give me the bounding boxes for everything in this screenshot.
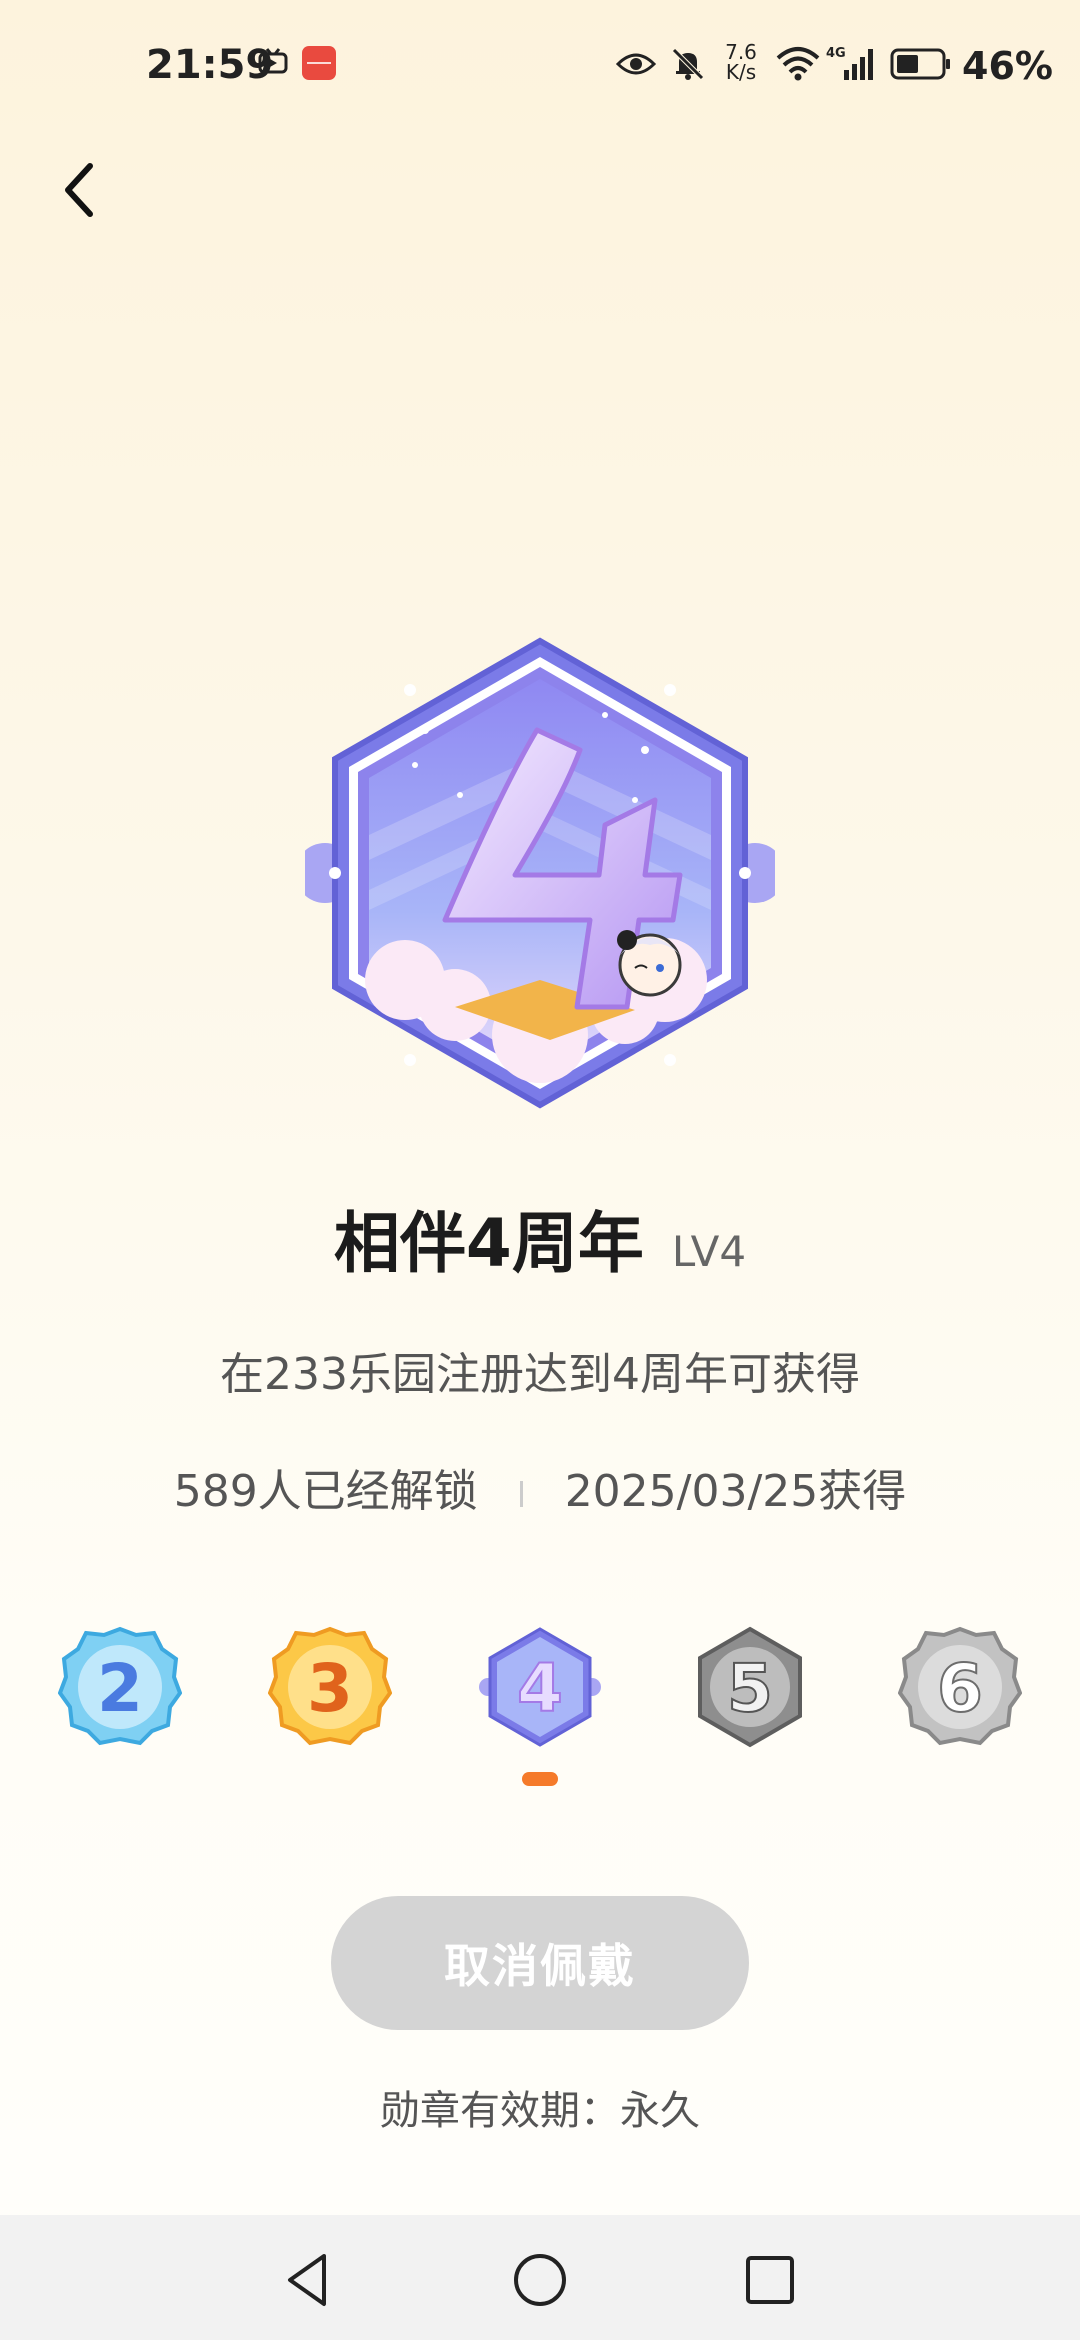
badge-large-image <box>305 637 775 1109</box>
badge-title: 相伴4周年 <box>333 1205 644 1282</box>
badge-thumb-3[interactable]: 3 <box>268 1625 392 1749</box>
battery-percentage: 46% <box>962 44 1053 88</box>
badge-thumb-4[interactable]: 4 <box>478 1625 602 1749</box>
badge-thumb-5[interactable]: 5 <box>688 1625 812 1749</box>
net-speed-value: 7.6 <box>725 40 757 64</box>
status-bar: 21:59 7.6 K/s 4G 46% <box>0 0 1080 130</box>
badge-validity: 勋章有效期：永久 <box>380 2088 700 2134</box>
badge-description: 在233乐园注册达到4周年可获得 <box>220 1349 860 1400</box>
badge-level: LV4 <box>671 1227 747 1276</box>
stats-divider <box>519 1481 523 1507</box>
net-speed: 7.6 K/s <box>716 42 766 82</box>
svg-text:2: 2 <box>97 1650 143 1727</box>
badge-title-row: 相伴4周年 LV4 <box>0 1190 1080 1286</box>
badge-stats: 589人已经解锁 2025/03/25获得 <box>0 1455 1080 1519</box>
battery-icon <box>890 48 950 80</box>
huawei-app-icon <box>302 46 336 80</box>
svg-text:3: 3 <box>307 1650 353 1727</box>
badge-thumb-2[interactable]: 2 <box>58 1625 182 1749</box>
cellular-4g-icon: 4G <box>826 46 873 80</box>
back-triangle-icon[interactable] <box>278 2250 338 2310</box>
net-speed-unit: K/s <box>725 60 757 84</box>
unlocked-count: 589人已经解锁 <box>173 1466 478 1517</box>
eye-icon <box>616 53 656 75</box>
selected-badge-indicator <box>522 1772 558 1786</box>
svg-text:4: 4 <box>517 1650 563 1727</box>
svg-text:4G: 4G <box>826 46 846 61</box>
obtained-date: 2025/03/25获得 <box>564 1466 907 1517</box>
bell-muted-icon <box>672 48 704 80</box>
svg-text:5: 5 <box>727 1650 773 1727</box>
back-button[interactable] <box>50 150 110 230</box>
cancel-wear-button[interactable]: 取消佩戴 <box>331 1896 749 2030</box>
recents-square-icon[interactable] <box>740 2250 800 2310</box>
tv-icon <box>258 48 288 74</box>
status-time: 21:59 <box>146 42 274 88</box>
wifi-icon <box>776 47 820 81</box>
home-circle-icon[interactable] <box>510 2250 570 2310</box>
chevron-left-icon <box>65 163 93 217</box>
badge-thumb-6[interactable]: 6 <box>898 1625 1022 1749</box>
svg-text:6: 6 <box>937 1650 983 1727</box>
